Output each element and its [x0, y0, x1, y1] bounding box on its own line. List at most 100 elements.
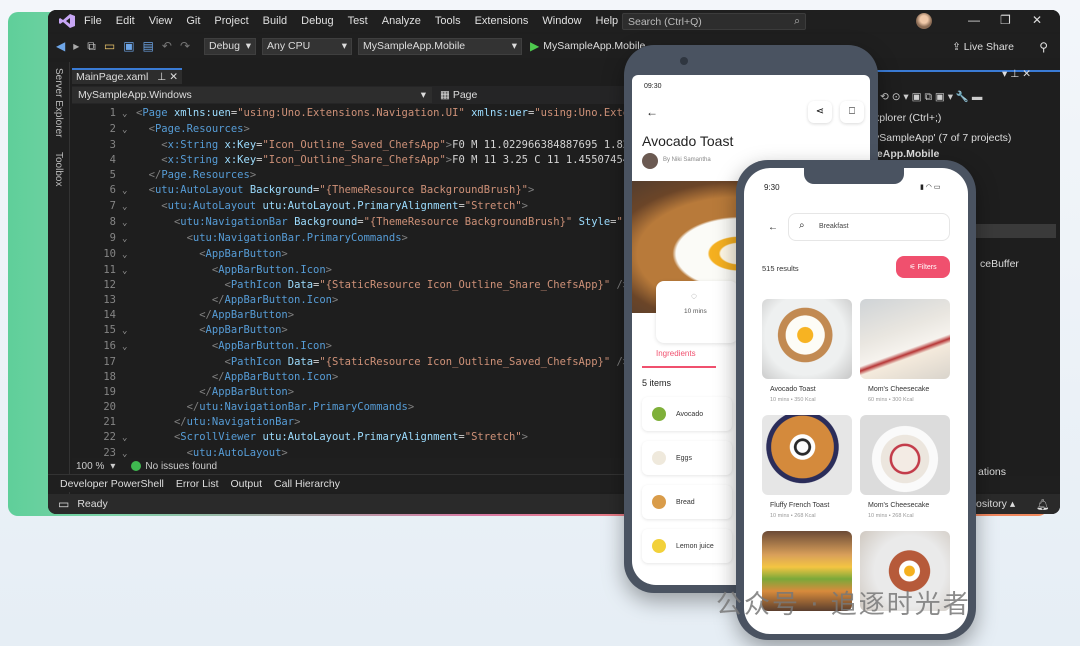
fold-chevron-icon[interactable]: ⌄	[122, 340, 136, 355]
repository-button[interactable]: ository ▴	[976, 498, 1015, 510]
list-item[interactable]: Eggs	[642, 441, 732, 475]
code-line[interactable]: 8 ⌄ <utu:NavigationBar Background="{Theme…	[72, 215, 632, 231]
tab-ingredients[interactable]: Ingredients	[656, 349, 696, 358]
fold-chevron-icon[interactable]: ⌄	[122, 447, 136, 458]
forward-icon[interactable]: ▸	[73, 39, 79, 53]
recipe-card-title[interactable]: Mom's Cheesecake	[868, 386, 929, 393]
menu-extensions[interactable]: Extensions	[475, 15, 529, 27]
fold-chevron-icon[interactable]: ⌄	[122, 216, 136, 231]
save-icon[interactable]: ▣	[123, 39, 134, 53]
recipe-card-title[interactable]: Avocado Toast	[770, 386, 816, 393]
recipe-card-image[interactable]	[762, 299, 852, 379]
tab-error-list[interactable]: Error List	[176, 478, 219, 490]
code-line[interactable]: 11 ⌄ <AppBarButton.Icon>	[72, 263, 632, 279]
code-line[interactable]: 4 <x:String x:Key="Icon_Outline_Share_Ch…	[72, 153, 632, 168]
back-arrow-icon[interactable]: ←	[768, 222, 778, 233]
code-line[interactable]: 2 ⌄ <Page.Resources>	[72, 122, 632, 138]
config-dropdown[interactable]: Debug ▾	[204, 37, 256, 55]
property-item[interactable]: ceBuffer	[980, 258, 1019, 270]
code-line[interactable]: 13 </AppBarButton.Icon>	[72, 293, 632, 308]
redo-icon[interactable]: ↷	[180, 39, 190, 53]
code-line[interactable]: 9 ⌄ <utu:NavigationBar.PrimaryCommands>	[72, 231, 632, 247]
menu-test[interactable]: Test	[348, 15, 368, 27]
menu-view[interactable]: View	[149, 15, 173, 27]
server-explorer-tab[interactable]: Server Explorer	[53, 68, 64, 137]
tab-call-hierarchy[interactable]: Call Hierarchy	[274, 478, 340, 490]
fold-chevron-icon[interactable]: ⌄	[122, 123, 136, 138]
menu-git[interactable]: Git	[186, 15, 200, 27]
run-button[interactable]: MySampleApp.Mobile	[543, 40, 645, 52]
back-arrow-icon[interactable]: ←	[646, 105, 658, 119]
run-icon[interactable]: ▶	[530, 39, 539, 53]
new-project-icon[interactable]: ⧉	[87, 39, 96, 54]
search-input[interactable]: Search (Ctrl+Q) ⌕	[622, 13, 806, 30]
menu-build[interactable]: Build	[263, 15, 287, 27]
solution-node[interactable]: ySampleApp' (7 of 7 projects)	[874, 132, 1011, 144]
pane-toolbar-icons[interactable]: ⟲ ⊙ ▾ ▣ ⧉ ▣ ▾ 🔧 ▬	[880, 90, 982, 104]
feedback-icon[interactable]: ⚲	[1039, 40, 1048, 54]
open-folder-icon[interactable]: ▭	[104, 39, 115, 53]
code-line[interactable]: 18 </AppBarButton.Icon>	[72, 370, 632, 385]
code-line[interactable]: 12 <PathIcon Data="{StaticResource Icon_…	[72, 278, 632, 293]
fold-chevron-icon[interactable]: ⌄	[122, 107, 136, 122]
tab-mainpage-xaml[interactable]: MainPage.xaml ⊥ ✕	[72, 68, 182, 84]
code-line[interactable]: 19 </AppBarButton>	[72, 385, 632, 400]
list-item[interactable]: Bread	[642, 485, 732, 519]
fold-chevron-icon[interactable]: ⌄	[122, 232, 136, 247]
recipe-card-title[interactable]: Mom's Cheesecake	[868, 502, 929, 509]
code-line[interactable]: 6 ⌄ <utu:AutoLayout Background="{ThemeRes…	[72, 183, 632, 199]
code-line[interactable]: 20 </utu:NavigationBar.PrimaryCommands>	[72, 400, 632, 415]
recipe-card-image[interactable]	[860, 299, 950, 379]
list-item[interactable]: Lemon juice	[642, 529, 732, 563]
code-line[interactable]: 3 <x:String x:Key="Icon_Outline_Saved_Ch…	[72, 138, 632, 153]
close-icon[interactable]: ⊥ ✕	[157, 71, 178, 83]
fold-chevron-icon[interactable]: ⌄	[122, 324, 136, 339]
code-line[interactable]: 22 ⌄ <ScrollViewer utu:AutoLayout.Primary…	[72, 430, 632, 446]
menu-analyze[interactable]: Analyze	[382, 15, 421, 27]
menu-edit[interactable]: Edit	[116, 15, 135, 27]
save-all-icon[interactable]: ▤	[143, 39, 154, 53]
back-icon[interactable]: ◀	[56, 39, 65, 53]
recipe-card-title[interactable]: Fluffy French Toast	[770, 502, 829, 509]
startup-project-dropdown[interactable]: MySampleApp.Mobile ▾	[358, 37, 522, 55]
filters-button[interactable]: ⚟ Filters	[896, 256, 950, 278]
fold-chevron-icon[interactable]: ⌄	[122, 431, 136, 446]
recipe-card-image[interactable]	[860, 415, 950, 495]
platform-dropdown[interactable]: Any CPU ▾	[262, 37, 352, 55]
recipe-card-image[interactable]	[762, 415, 852, 495]
project-scope-dropdown[interactable]: MySampleApp.Windows ▾	[72, 87, 432, 103]
element-scope-dropdown[interactable]: ▦ Page	[440, 89, 477, 101]
search-input[interactable]: ⌕ Breakfast	[788, 213, 950, 241]
menu-tools[interactable]: Tools	[435, 15, 461, 27]
issues-status[interactable]: No issues found	[145, 461, 217, 472]
solution-search-placeholder[interactable]: xplorer (Ctrl+;)	[874, 112, 941, 124]
notification-bell-icon[interactable]: 🔔︎	[1036, 498, 1049, 511]
pane-controls-icon[interactable]: ▾ ⊥ ✕	[1002, 68, 1031, 80]
code-line[interactable]: 23 ⌄ <utu:AutoLayout>	[72, 446, 632, 458]
fold-chevron-icon[interactable]: ⌄	[122, 264, 136, 279]
code-line[interactable]: 5 </Page.Resources>	[72, 168, 632, 183]
menu-file[interactable]: File	[84, 15, 102, 27]
minimize-icon[interactable]: —	[968, 13, 980, 27]
menu-project[interactable]: Project	[214, 15, 248, 27]
avatar[interactable]	[916, 13, 932, 29]
code-line[interactable]: 14 </AppBarButton>	[72, 308, 632, 323]
chevron-down-icon[interactable]: ▾	[110, 461, 115, 472]
code-line[interactable]: 21 </utu:NavigationBar>	[72, 415, 632, 430]
tab-developer-powershell[interactable]: Developer PowerShell	[60, 478, 164, 490]
code-editor[interactable]: 1 ⌄ <Page xmlns:uen="using:Uno.Extensions.…	[72, 106, 632, 458]
fold-chevron-icon[interactable]: ⌄	[122, 200, 136, 215]
code-line[interactable]: 15 ⌄ <AppBarButton>	[72, 323, 632, 339]
comment-icon[interactable]: ▭	[58, 497, 69, 511]
list-item[interactable]: Avocado	[642, 397, 732, 431]
undo-icon[interactable]: ↶	[162, 39, 172, 53]
fold-chevron-icon[interactable]: ⌄	[122, 184, 136, 199]
fold-chevron-icon[interactable]: ⌄	[122, 248, 136, 263]
code-line[interactable]: 17 <PathIcon Data="{StaticResource Icon_…	[72, 355, 632, 370]
menu-help[interactable]: Help	[596, 15, 619, 27]
live-share-button[interactable]: ⇪ Live Share	[952, 41, 1014, 53]
code-line[interactable]: 7 ⌄ <utu:AutoLayout utu:AutoLayout.Primar…	[72, 199, 632, 215]
close-icon[interactable]: ✕	[1032, 13, 1042, 27]
tab-output[interactable]: Output	[230, 478, 262, 490]
code-line[interactable]: 16 ⌄ <AppBarButton.Icon>	[72, 339, 632, 355]
